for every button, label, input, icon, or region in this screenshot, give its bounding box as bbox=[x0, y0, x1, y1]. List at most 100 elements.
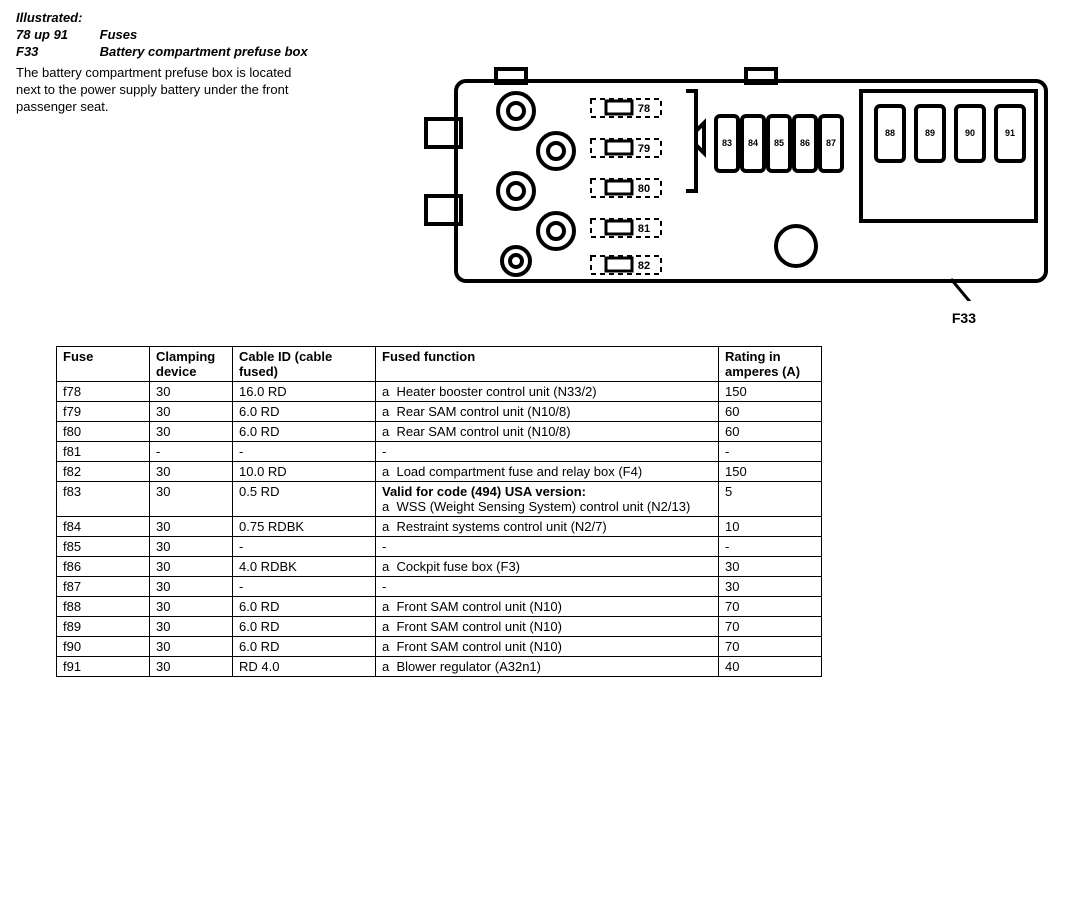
cell-cable: RD 4.0 bbox=[233, 657, 376, 677]
svg-text:83: 83 bbox=[722, 138, 732, 148]
svg-text:79: 79 bbox=[638, 143, 650, 155]
th-func: Fused function bbox=[376, 347, 719, 382]
cell-func: - bbox=[376, 537, 719, 557]
cell-rating: 60 bbox=[719, 422, 822, 442]
cell-clamp: 30 bbox=[150, 577, 233, 597]
cell-cable: 16.0 RD bbox=[233, 382, 376, 402]
cell-fuse: f88 bbox=[57, 597, 150, 617]
svg-text:88: 88 bbox=[885, 128, 895, 138]
cell-clamp: 30 bbox=[150, 482, 233, 517]
table-header-row: Fuse Clamping device Cable ID (cable fus… bbox=[57, 347, 822, 382]
table-row: f90306.0 RDFront SAM control unit (N10)7… bbox=[57, 637, 822, 657]
svg-text:85: 85 bbox=[774, 138, 784, 148]
svg-text:86: 86 bbox=[800, 138, 810, 148]
table-row: f8530--- bbox=[57, 537, 822, 557]
table-row: f84300.75 RDBKRestraint systems control … bbox=[57, 517, 822, 537]
cell-fuse: f90 bbox=[57, 637, 150, 657]
cell-clamp: 30 bbox=[150, 557, 233, 577]
table-row: f823010.0 RDLoad compartment fuse and re… bbox=[57, 462, 822, 482]
header-range-label: 78 up 91 bbox=[16, 27, 96, 42]
diagram-caption: F33 bbox=[952, 310, 976, 326]
cell-rating: 30 bbox=[719, 557, 822, 577]
svg-text:82: 82 bbox=[638, 260, 650, 272]
cell-rating: 150 bbox=[719, 382, 822, 402]
cell-clamp: 30 bbox=[150, 597, 233, 617]
cell-clamp: 30 bbox=[150, 657, 233, 677]
cell-func: Restraint systems control unit (N2/7) bbox=[376, 517, 719, 537]
cell-clamp: 30 bbox=[150, 462, 233, 482]
svg-text:89: 89 bbox=[925, 128, 935, 138]
fuse-table: Fuse Clamping device Cable ID (cable fus… bbox=[56, 346, 822, 677]
cell-clamp: 30 bbox=[150, 617, 233, 637]
svg-text:78: 78 bbox=[638, 103, 650, 115]
svg-text:91: 91 bbox=[1005, 128, 1015, 138]
th-rating: Rating in amperes (A) bbox=[719, 347, 822, 382]
header-component-id: F33 bbox=[16, 44, 96, 59]
th-fuse: Fuse bbox=[57, 347, 150, 382]
cell-func: Load compartment fuse and relay box (F4) bbox=[376, 462, 719, 482]
cell-cable: 0.75 RDBK bbox=[233, 517, 376, 537]
cell-fuse: f80 bbox=[57, 422, 150, 442]
cell-cable: 6.0 RD bbox=[233, 597, 376, 617]
cell-cable: - bbox=[233, 537, 376, 557]
cell-clamp: 30 bbox=[150, 422, 233, 442]
cell-rating: 5 bbox=[719, 482, 822, 517]
cell-rating: 30 bbox=[719, 577, 822, 597]
table-row: f79306.0 RDRear SAM control unit (N10/8)… bbox=[57, 402, 822, 422]
svg-text:84: 84 bbox=[748, 138, 758, 148]
cell-fuse: f86 bbox=[57, 557, 150, 577]
cell-cable: 6.0 RD bbox=[233, 617, 376, 637]
table-row: f88306.0 RDFront SAM control unit (N10)7… bbox=[57, 597, 822, 617]
cell-fuse: f81 bbox=[57, 442, 150, 462]
cell-rating: 150 bbox=[719, 462, 822, 482]
svg-text:87: 87 bbox=[826, 138, 836, 148]
cell-func: - bbox=[376, 442, 719, 462]
cell-fuse: f84 bbox=[57, 517, 150, 537]
cell-rating: 60 bbox=[719, 402, 822, 422]
table-row: f9130RD 4.0Blower regulator (A32n1)40 bbox=[57, 657, 822, 677]
cell-cable: 0.5 RD bbox=[233, 482, 376, 517]
header-component-title: Battery compartment prefuse box bbox=[100, 44, 308, 59]
cell-cable: 10.0 RD bbox=[233, 462, 376, 482]
cell-rating: 70 bbox=[719, 617, 822, 637]
header-range-title: Fuses bbox=[100, 27, 138, 42]
svg-text:80: 80 bbox=[638, 183, 650, 195]
cell-func: Front SAM control unit (N10) bbox=[376, 597, 719, 617]
cell-fuse: f87 bbox=[57, 577, 150, 597]
cell-clamp: 30 bbox=[150, 517, 233, 537]
cell-rating: - bbox=[719, 537, 822, 557]
cell-clamp: 30 bbox=[150, 402, 233, 422]
table-row: f80306.0 RDRear SAM control unit (N10/8)… bbox=[57, 422, 822, 442]
cell-func: Heater booster control unit (N33/2) bbox=[376, 382, 719, 402]
svg-text:90: 90 bbox=[965, 128, 975, 138]
table-row: f81---- bbox=[57, 442, 822, 462]
cell-func: Rear SAM control unit (N10/8) bbox=[376, 422, 719, 442]
table-row: f86304.0 RDBKCockpit fuse box (F3)30 bbox=[57, 557, 822, 577]
cell-clamp: 30 bbox=[150, 637, 233, 657]
cell-rating: 70 bbox=[719, 637, 822, 657]
svg-text:81: 81 bbox=[638, 223, 650, 235]
cell-cable: - bbox=[233, 577, 376, 597]
cell-rating: 70 bbox=[719, 597, 822, 617]
cell-cable: - bbox=[233, 442, 376, 462]
cell-func: Rear SAM control unit (N10/8) bbox=[376, 402, 719, 422]
cell-func: Cockpit fuse box (F3) bbox=[376, 557, 719, 577]
cell-func: Blower regulator (A32n1) bbox=[376, 657, 719, 677]
cell-func: Front SAM control unit (N10) bbox=[376, 637, 719, 657]
table-row: f783016.0 RDHeater booster control unit … bbox=[57, 382, 822, 402]
table-row: f8730--30 bbox=[57, 577, 822, 597]
cell-rating: 10 bbox=[719, 517, 822, 537]
cell-func: Front SAM control unit (N10) bbox=[376, 617, 719, 637]
cell-rating: 40 bbox=[719, 657, 822, 677]
cell-cable: 6.0 RD bbox=[233, 402, 376, 422]
cell-fuse: f82 bbox=[57, 462, 150, 482]
th-cable: Cable ID (cable fused) bbox=[233, 347, 376, 382]
table-row: f83300.5 RDValid for code (494) USA vers… bbox=[57, 482, 822, 517]
th-clamp: Clamping device bbox=[150, 347, 233, 382]
fusebox-diagram: 78 79 80 81 82 83 84 85 86 bbox=[416, 61, 1056, 301]
cell-clamp: 30 bbox=[150, 382, 233, 402]
cell-fuse: f79 bbox=[57, 402, 150, 422]
cell-func: Valid for code (494) USA version:WSS (We… bbox=[376, 482, 719, 517]
header-illustrated: Illustrated: bbox=[16, 10, 1056, 25]
cell-cable: 6.0 RD bbox=[233, 637, 376, 657]
